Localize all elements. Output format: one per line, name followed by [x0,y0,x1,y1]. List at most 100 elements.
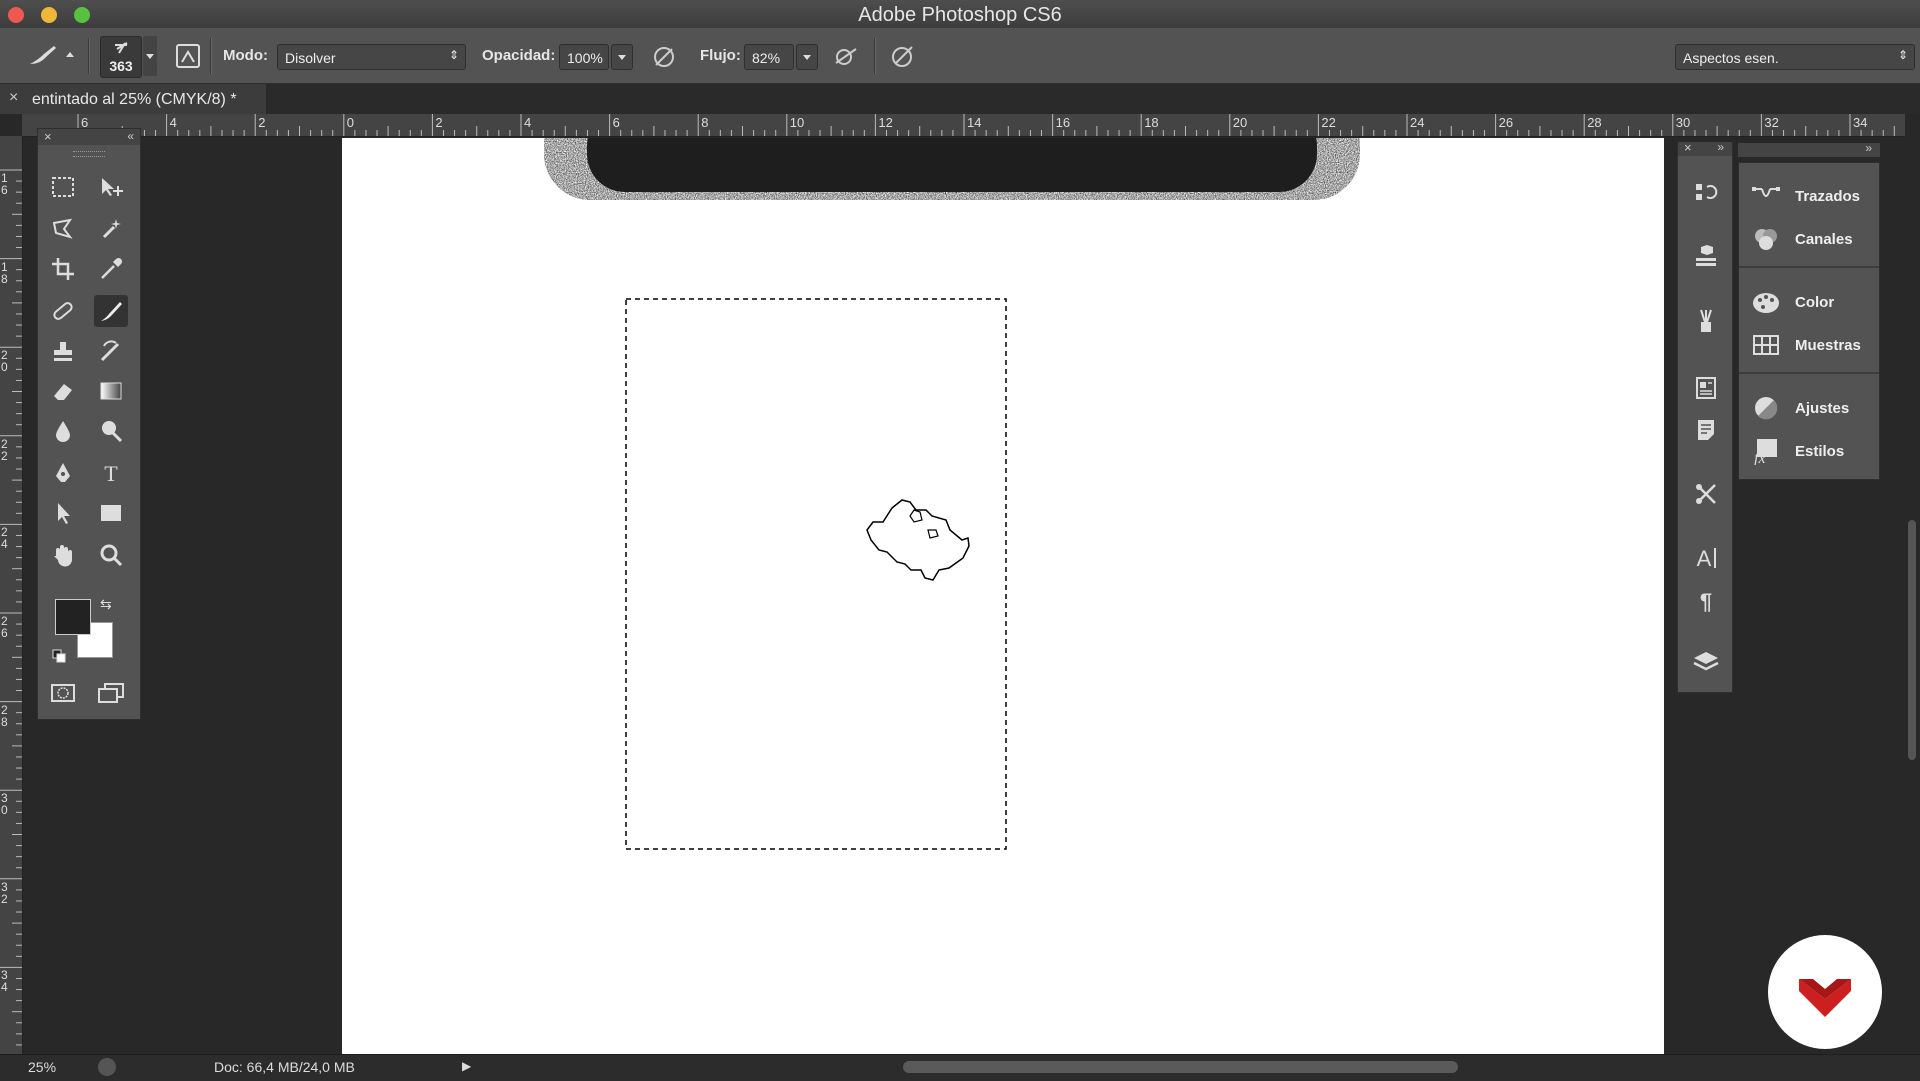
ruler-label: 3 4 [1,968,8,995]
tools-panel: × « T ⇆ [37,128,141,720]
horizontal-ruler[interactable]: 6 4 2 0 2 4 6 8 10 12 14 16 18 20 22 24 26 28 30 32 34 [22,114,1905,137]
ruler-label: 1 8 [1,259,8,286]
document-canvas[interactable] [342,138,1664,1054]
brush-picker-button[interactable]: 363 [100,36,142,78]
expand-panel-icon[interactable]: » [1717,140,1724,154]
eyedropper-tool-icon[interactable] [94,253,128,285]
dock-header[interactable]: × » [1678,140,1732,156]
ruler-label: 2 [435,115,443,130]
options-bar: 363 Modo: Disolver ⇕ Opacidad: 100% Fluj… [0,28,1920,84]
document-tab[interactable]: × entintado al 25% (CMYK/8) * [0,84,266,114]
tools-panel-header[interactable]: × « [38,129,140,145]
ruler-label: 32 [1764,115,1779,130]
crop-tool-icon[interactable] [46,253,80,285]
ruler-label: 28 [1587,115,1602,130]
close-tab-icon[interactable]: × [9,89,18,107]
panel-item-label: Canales [1795,230,1853,248]
history-brush-tool-icon[interactable] [94,335,128,367]
path-selection-tool-icon[interactable] [46,497,80,529]
channels-icon [1755,229,1777,250]
panel-item-adjustments[interactable]: Ajustes [1751,391,1871,425]
close-panel-icon[interactable]: × [44,129,52,144]
dodge-tool-icon[interactable] [94,415,128,447]
airbrush-icon[interactable] [832,43,862,71]
brush-picker-dropdown[interactable] [143,36,157,76]
screen-mode-icon[interactable] [94,677,128,709]
pen-tool-icon[interactable] [46,457,80,489]
history-panel-icon[interactable] [1690,178,1722,210]
zoom-level[interactable]: 25% [28,1059,56,1075]
status-info-icon[interactable] [98,1058,116,1076]
pressure-opacity-icon[interactable] [650,43,678,71]
adjustments-icon [1755,397,1778,420]
character-panel-icon[interactable]: A [1690,542,1722,574]
flow-input[interactable]: 82% [744,44,794,70]
swap-colors-icon[interactable]: ⇆ [100,596,112,613]
tool-presets-panel-icon[interactable] [1690,478,1722,510]
styles-icon: fx [1754,439,1777,465]
panel-item-swatches[interactable]: Muestras [1751,328,1871,362]
marquee-selection[interactable] [625,298,1007,850]
ruler-label: 3 2 [1,879,8,906]
ruler-label: 24 [1410,115,1425,130]
svg-text:T: T [104,461,118,486]
paragraph-panel-icon[interactable]: ¶ [1690,585,1722,617]
zoom-tool-icon[interactable] [94,539,128,571]
lasso-tool-icon[interactable] [46,212,80,244]
workspace-value: Aspectos esen. [1683,50,1779,66]
brush-cursor-detail [909,509,939,539]
panel-divider [1739,266,1879,268]
healing-brush-tool-icon[interactable] [46,295,80,327]
move-tool-icon[interactable] [94,171,128,203]
panel-grip[interactable] [73,151,105,157]
blur-tool-icon[interactable] [46,415,80,447]
gradient-tool-icon[interactable] [94,375,128,407]
layers-panel-icon[interactable] [1690,646,1722,678]
3d-panel-icon[interactable] [1690,240,1722,272]
properties-panel-icon[interactable] [1690,372,1722,404]
collapse-panel-icon[interactable]: « [127,129,134,143]
panel-item-channels[interactable]: Canales [1751,222,1871,256]
panel-group-header[interactable]: » [1738,141,1880,157]
status-menu-arrow-icon[interactable]: ▶ [462,1059,471,1073]
brush-panel-toggle-icon[interactable] [174,42,202,70]
vertical-scrollbar-thumb[interactable] [1908,520,1916,760]
opacity-input[interactable]: 100% [559,44,609,70]
mode-select[interactable]: Disolver ⇕ [277,44,466,70]
default-colors-icon[interactable] [52,649,66,663]
magic-wand-tool-icon[interactable] [94,212,128,244]
close-panel-icon[interactable]: × [1684,140,1692,155]
eraser-tool-icon[interactable] [46,375,80,407]
quick-mask-icon[interactable] [46,677,80,709]
svg-text:A: A [1697,546,1712,571]
type-tool-icon[interactable]: T [94,457,128,489]
ruler-label: 4 [169,115,177,130]
brush-tool-icon[interactable] [94,295,128,327]
horizontal-scrollbar-thumb[interactable] [903,1061,1458,1073]
ruler-label: 2 8 [1,702,8,729]
hand-tool-icon[interactable] [46,539,80,571]
ruler-label: 2 2 [1,436,8,463]
panel-item-color[interactable]: Color [1751,285,1871,319]
rectangle-tool-icon[interactable] [94,497,128,529]
mode-value: Disolver [285,50,336,66]
foreground-color-swatch-front[interactable] [55,599,91,635]
brush-tool-preset-icon[interactable] [26,42,76,68]
panel-divider [1739,372,1879,374]
workspace-select[interactable]: Aspectos esen. ⇕ [1675,44,1915,70]
opacity-dropdown[interactable] [611,44,633,70]
panel-item-styles[interactable]: fx Estilos [1751,434,1871,468]
ruler-label: 14 [967,115,982,130]
panel-item-label: Color [1795,293,1835,311]
vertical-ruler[interactable]: 1 6 1 8 2 0 2 2 2 4 2 6 2 8 3 0 3 2 3 4 [0,136,23,1054]
marquee-tool-icon[interactable] [46,171,80,203]
expand-panel-icon[interactable]: » [1865,141,1872,155]
pressure-size-icon[interactable] [888,43,916,71]
panel-item-paths[interactable]: Trazados [1751,179,1871,213]
brush-stroke-core [587,138,1317,192]
notes-panel-icon[interactable] [1690,414,1722,446]
brush-presets-panel-icon[interactable] [1690,305,1722,337]
flow-dropdown[interactable] [796,44,818,70]
clone-stamp-tool-icon[interactable] [46,335,80,367]
panel-item-label: Trazados [1795,187,1861,205]
